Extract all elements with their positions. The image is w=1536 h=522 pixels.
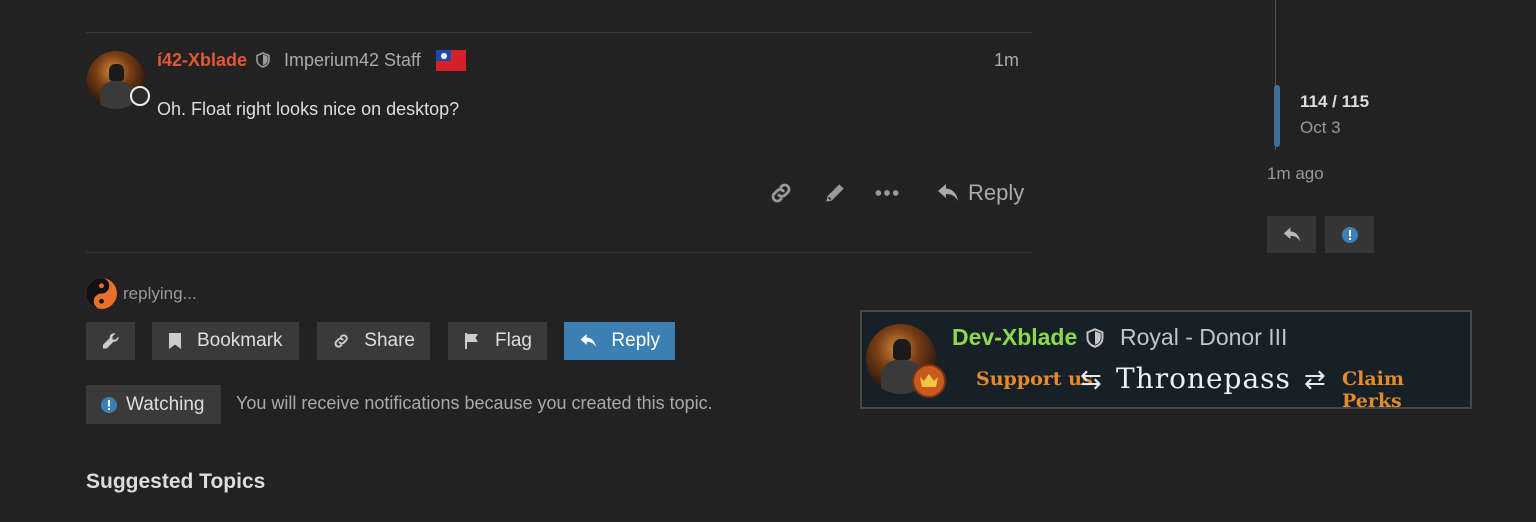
avatar-flair-icon [130, 86, 150, 106]
banner-claim-text: Claim Perks [1342, 368, 1404, 412]
timeline-scroll-handle[interactable] [1274, 85, 1280, 147]
share-label: Share [364, 330, 415, 351]
post-body: Oh. Float right looks nice on desktop? [157, 99, 460, 119]
post-bottom-divider [86, 252, 1032, 253]
post-timestamp[interactable]: 1m [994, 50, 1019, 71]
flag-button[interactable]: Flag [448, 322, 547, 360]
info-circle-icon [1341, 226, 1358, 243]
share-button[interactable]: Share [317, 322, 430, 360]
link-icon[interactable] [768, 180, 794, 206]
signature-banner[interactable]: Dev-Xblade Royal - Donor III Support us … [860, 310, 1472, 412]
more-options-icon[interactable] [874, 180, 900, 206]
topic-reply-button[interactable]: Reply [564, 322, 675, 360]
banner-username: Dev-Xblade [952, 324, 1078, 350]
replying-user-avatar[interactable] [86, 278, 117, 309]
banner-shield-icon [1086, 328, 1104, 348]
share-link-icon [334, 334, 348, 348]
post-top-divider [86, 32, 1032, 33]
banner-arrow-left: ⇆ [1080, 364, 1102, 394]
reply-icon [580, 334, 596, 348]
crown-icon [912, 364, 946, 398]
reply-icon [938, 184, 958, 201]
post-reply-label: Reply [968, 180, 1025, 205]
notification-level-button[interactable]: Watching [86, 385, 221, 424]
flag-icon [465, 333, 478, 349]
timeline-notification-button[interactable] [1325, 216, 1374, 253]
taiwan-flag-icon [436, 50, 466, 71]
timeline-date: Oct 3 [1300, 118, 1341, 137]
suggested-topics-heading: Suggested Topics [86, 470, 266, 493]
bookmark-button[interactable]: Bookmark [152, 322, 299, 360]
wrench-icon [102, 333, 119, 349]
banner-support-text: Support us [976, 368, 1093, 390]
edit-pencil-icon[interactable] [822, 180, 848, 206]
admin-wrench-button[interactable] [86, 322, 135, 360]
topic-reply-label: Reply [611, 330, 660, 351]
timeline-reply-button[interactable] [1267, 216, 1316, 253]
bookmark-label: Bookmark [197, 330, 283, 351]
banner-title: Royal - Donor III [1120, 324, 1288, 350]
timeline-last-activity[interactable]: 1m ago [1267, 164, 1324, 184]
moderator-shield-icon [256, 52, 270, 68]
replying-status-text: replying... [123, 284, 197, 303]
bookmark-icon [169, 333, 181, 349]
banner-brand: Thronepass [1116, 362, 1291, 395]
notification-level-label: Watching [126, 393, 205, 415]
notification-reason: You will receive notifications because y… [236, 393, 713, 413]
post-username[interactable]: í42-Xblade [157, 50, 247, 71]
post-user-title: Imperium42 Staff [284, 50, 421, 70]
flag-label: Flag [495, 330, 532, 351]
banner-arrow-right: ⇄ [1304, 364, 1326, 394]
timeline-post-count: 114 / 115 [1300, 92, 1370, 111]
info-circle-icon [101, 396, 117, 413]
reply-icon [1283, 227, 1300, 242]
post-reply-button[interactable]: Reply [936, 180, 1024, 206]
